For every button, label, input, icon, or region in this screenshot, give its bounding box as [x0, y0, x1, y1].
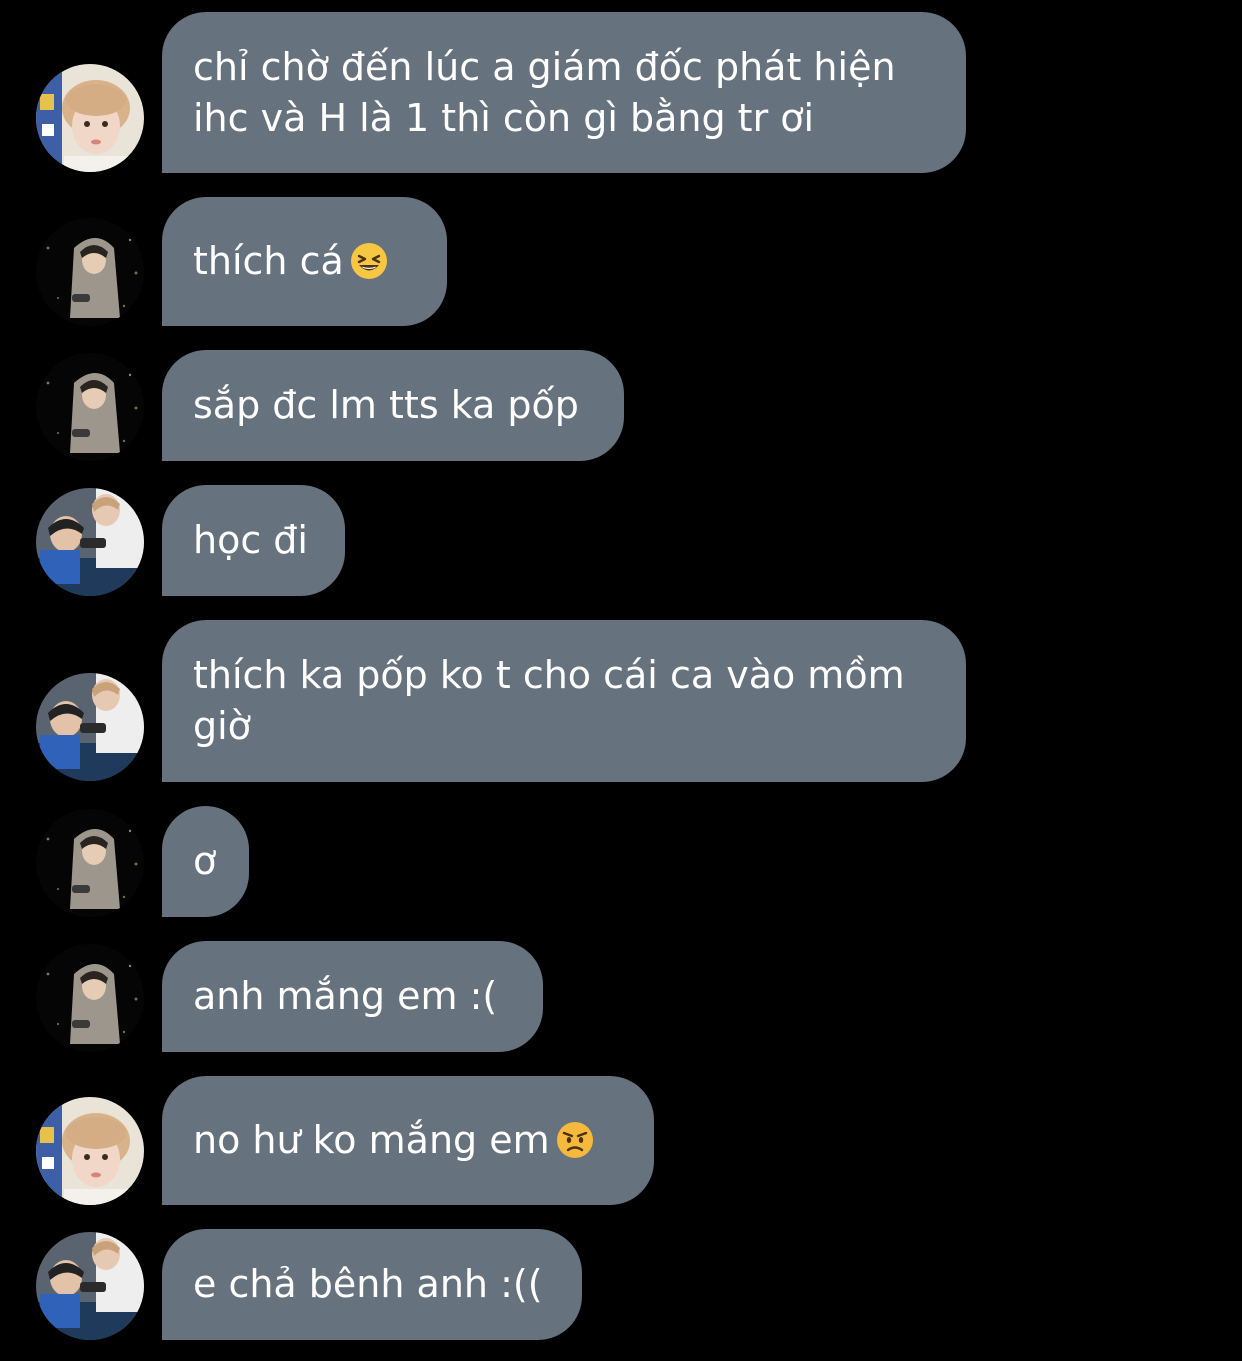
- message-bubble[interactable]: no hư ko mắng em: [162, 1076, 654, 1205]
- avatar-hooded-boy[interactable]: [36, 809, 144, 917]
- message-text: e chả bênh anh :((: [193, 1262, 543, 1306]
- avatar-hooded-boy[interactable]: [36, 218, 144, 326]
- message-bubble[interactable]: e chả bênh anh :((: [162, 1229, 582, 1340]
- message-bubble[interactable]: thích ka pốp ko t cho cái ca vào mồm giờ: [162, 620, 966, 782]
- message-text: anh mắng em :(: [193, 974, 498, 1018]
- message-text: sắp đc lm tts ka pốp: [193, 383, 579, 427]
- avatar-blonde-boy[interactable]: [36, 1097, 144, 1205]
- message-text: no hư ko mắng em: [193, 1115, 594, 1166]
- message-text: thích ka pốp ko t cho cái ca vào mồm giờ: [193, 653, 905, 748]
- message-bubble[interactable]: sắp đc lm tts ka pốp: [162, 350, 624, 461]
- message-text-content: no hư ko mắng em: [193, 1118, 550, 1162]
- message-bubble[interactable]: chỉ chờ đến lúc a giám đốc phát hiện ihc…: [162, 12, 966, 173]
- message-text-content: thích cá: [193, 239, 344, 283]
- avatar-two-boys[interactable]: [36, 488, 144, 596]
- avatar-hooded-boy[interactable]: [36, 353, 144, 461]
- message-bubble[interactable]: thích cá: [162, 197, 447, 326]
- angry-face-icon: [556, 1121, 594, 1159]
- message-bubble[interactable]: ơ: [162, 806, 249, 917]
- message-text: thích cá: [193, 236, 388, 287]
- grinning-squinting-face-icon: [350, 242, 388, 280]
- avatar-blonde-boy[interactable]: [36, 64, 144, 172]
- message-bubble[interactable]: anh mắng em :(: [162, 941, 543, 1052]
- message-bubble[interactable]: học đi: [162, 485, 345, 596]
- avatar-two-boys[interactable]: [36, 1232, 144, 1340]
- avatar-two-boys[interactable]: [36, 673, 144, 781]
- message-text: chỉ chờ đến lúc a giám đốc phát hiện ihc…: [193, 44, 896, 140]
- avatar-hooded-boy[interactable]: [36, 944, 144, 1052]
- message-text: ơ: [193, 839, 217, 883]
- message-text: học đi: [193, 518, 308, 562]
